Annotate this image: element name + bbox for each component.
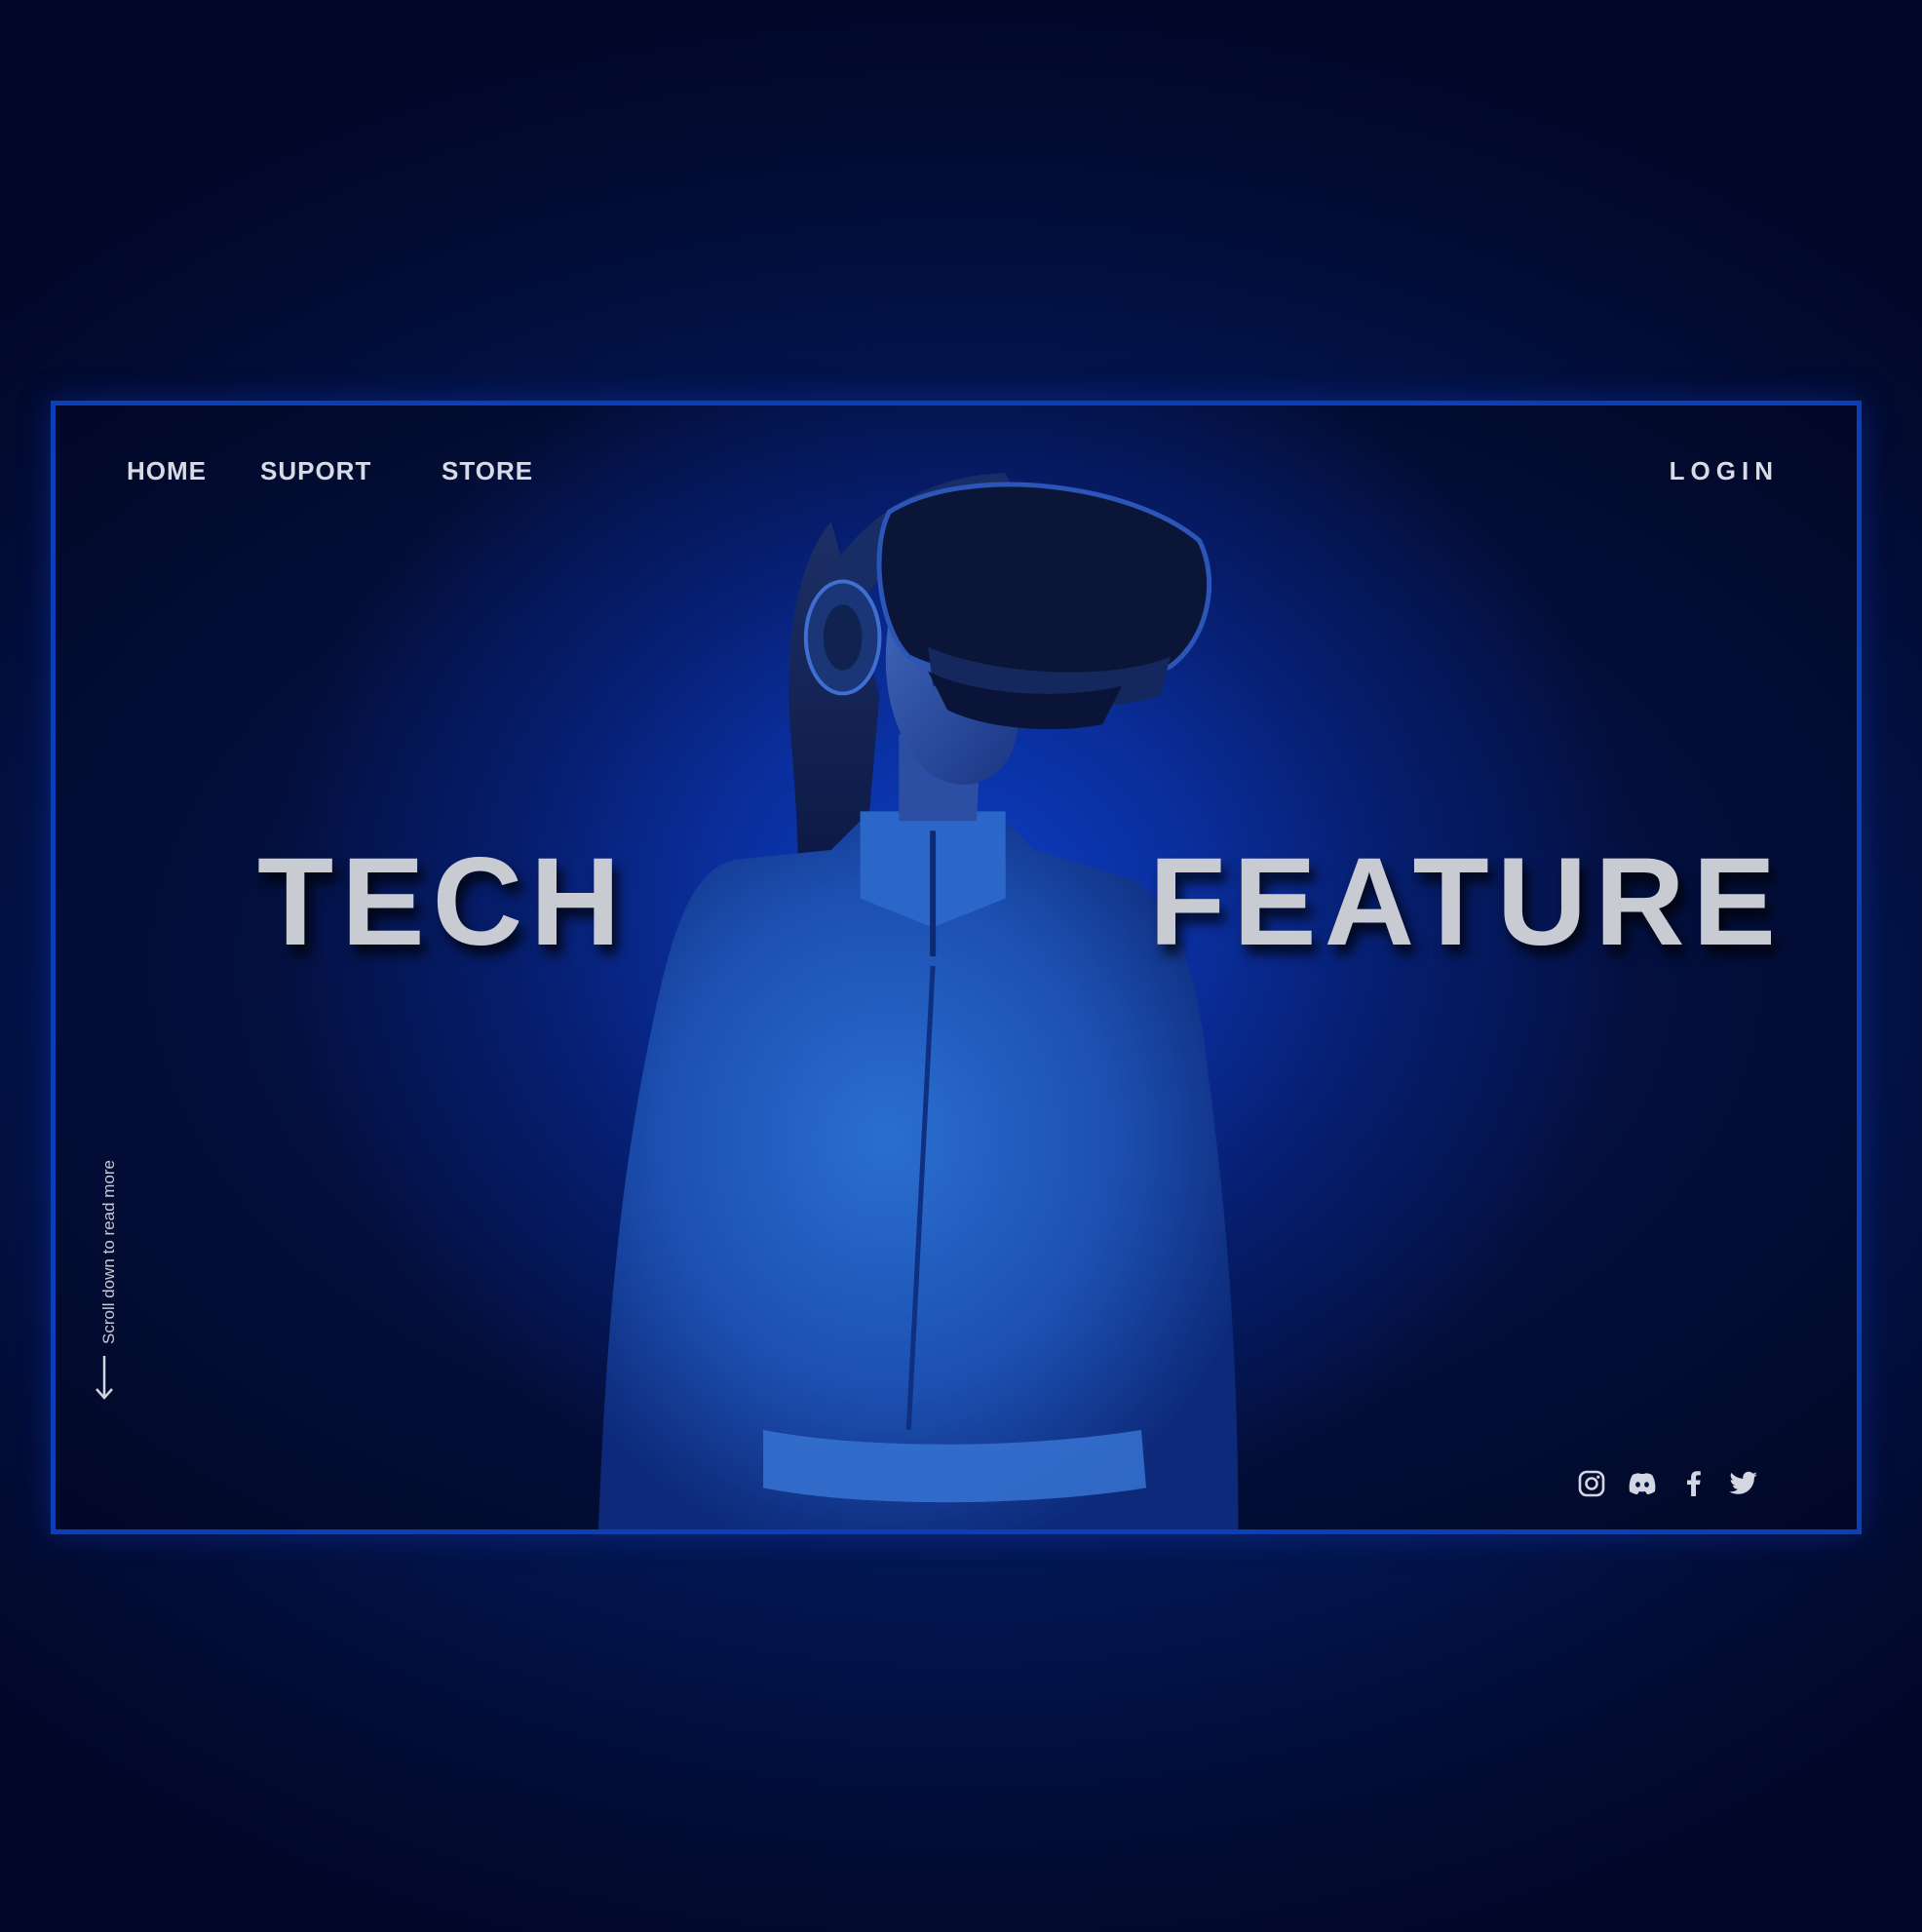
headline-feature: FEATURE <box>1149 832 1784 972</box>
headline-tech: TECH <box>257 832 629 972</box>
login-link[interactable]: LOGIN <box>1670 446 1779 495</box>
scroll-hint-text: Scroll down to read more <box>99 1160 118 1344</box>
facebook-icon[interactable] <box>1677 1468 1709 1499</box>
nav-home-link[interactable]: HOME <box>127 446 207 495</box>
top-navigation: HOME SUPORT STORE LOGIN <box>56 446 1857 495</box>
hero-frame: HOME SUPORT STORE LOGIN TECH FEATURE Scr… <box>51 401 1862 1534</box>
instagram-icon[interactable] <box>1576 1468 1607 1499</box>
discord-icon[interactable] <box>1627 1468 1658 1499</box>
nav-store-link[interactable]: STORE <box>442 446 533 495</box>
arrow-down-icon <box>96 1356 113 1400</box>
scroll-hint[interactable]: Scroll down to read more <box>91 1132 130 1405</box>
nav-support-link[interactable]: SUPORT <box>260 446 371 495</box>
social-links <box>1576 1464 1759 1503</box>
twitter-icon[interactable] <box>1728 1468 1759 1499</box>
